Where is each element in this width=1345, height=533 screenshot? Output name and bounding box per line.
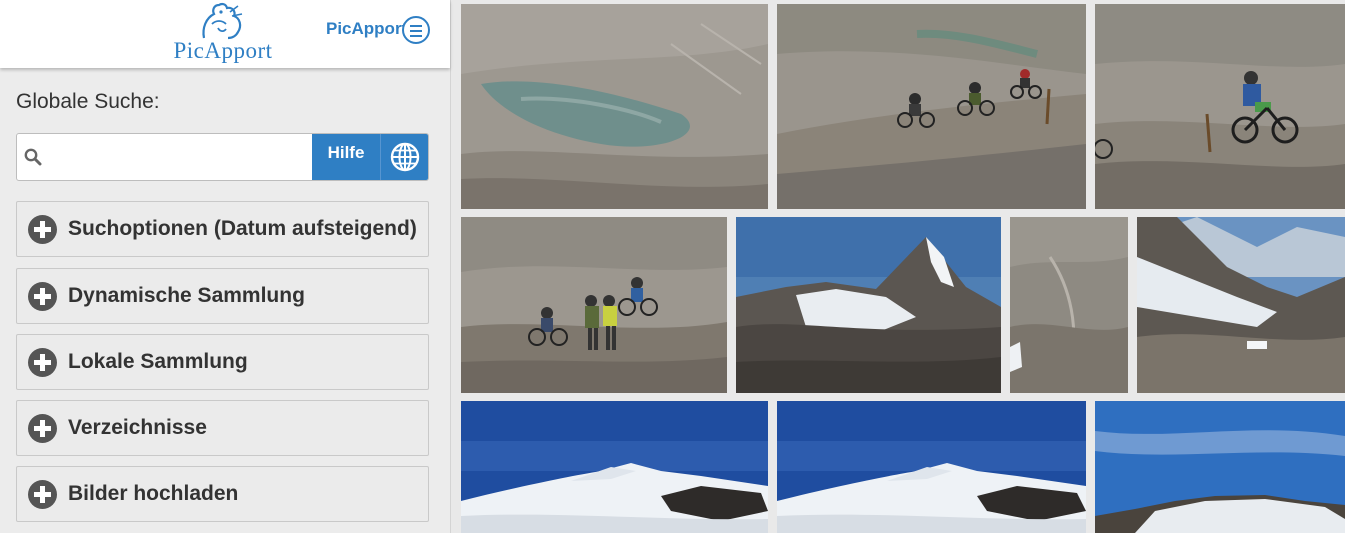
gallery-photo[interactable] [461,401,768,533]
plus-circle-icon [28,348,57,377]
panel-label: Suchoptionen (Datum aufsteigend) [68,217,417,240]
gallery-photo[interactable] [777,401,1086,533]
panel-dynamic-collection[interactable]: Dynamische Sammlung [16,268,429,324]
panel-upload-images[interactable]: Bilder hochladen [16,466,429,522]
plus-circle-icon [28,480,57,509]
search-icon [24,148,42,166]
hamburger-menu-icon[interactable] [402,16,430,44]
gallery-photo[interactable] [461,4,768,209]
photo-gallery [455,0,1345,533]
gallery-photo[interactable] [461,217,727,393]
panel-label: Verzeichnisse [68,416,207,439]
search-label: Globale Suche: [16,90,160,113]
gallery-photo[interactable] [1137,217,1345,393]
plus-circle-icon [28,215,57,244]
globe-button[interactable] [381,134,428,180]
user-link[interactable]: PicApport [326,19,407,39]
gallery-photo[interactable] [1095,4,1345,209]
panel-label: Lokale Sammlung [68,350,248,373]
mascot-logo-icon [202,2,243,40]
picapport-logo[interactable]: PicApport [166,2,280,64]
panel-local-collection[interactable]: Lokale Sammlung [16,334,429,390]
gallery-photo[interactable] [777,4,1086,209]
globe-icon [390,142,420,172]
sidebar: PicApport PicApport Globale Suche: Hilfe [0,0,451,533]
plus-circle-icon [28,414,57,443]
panel-search-options[interactable]: Suchoptionen (Datum aufsteigend) [16,201,429,257]
header-bar: PicApport PicApport [0,0,450,68]
logo-text: PicApport [173,38,273,63]
gallery-photo[interactable] [1010,217,1128,393]
panel-label: Dynamische Sammlung [68,284,305,307]
search-input[interactable] [51,134,315,180]
panel-directories[interactable]: Verzeichnisse [16,400,429,456]
gallery-photo[interactable] [1095,401,1345,533]
panel-label: Bilder hochladen [68,482,239,505]
plus-circle-icon [28,282,57,311]
search-box: Hilfe [16,133,429,181]
help-button[interactable]: Hilfe [312,134,381,180]
gallery-photo[interactable] [736,217,1001,393]
